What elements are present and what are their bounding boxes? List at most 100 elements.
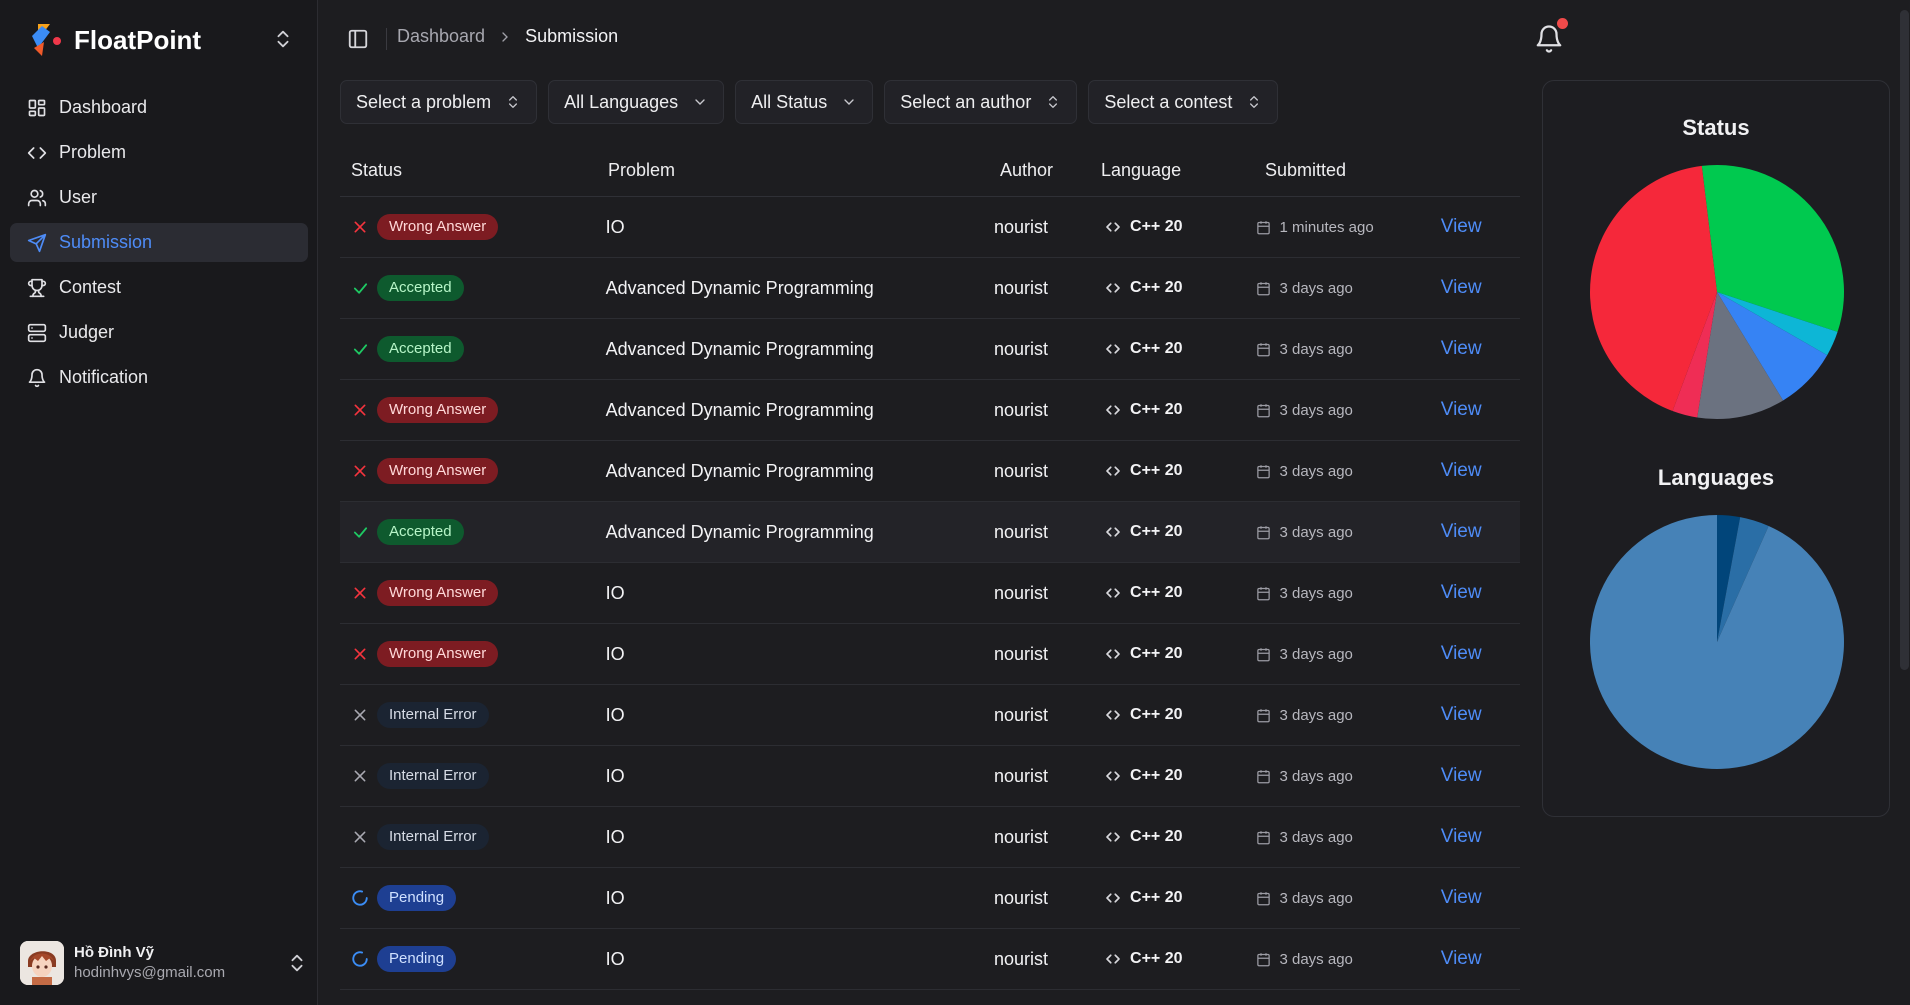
chevrons-up-down-icon[interactable]	[286, 952, 308, 974]
sidebar-item-user[interactable]: User	[10, 178, 308, 217]
calendar-icon	[1257, 220, 1271, 234]
language-cell: C++ 20	[1094, 340, 1256, 358]
chevrons-up-down-icon	[1250, 96, 1259, 108]
view-link[interactable]: View	[1441, 399, 1520, 421]
language-select[interactable]: All Languages	[548, 80, 725, 124]
sidebar-item-dashboard[interactable]: Dashboard	[10, 88, 308, 127]
table-row[interactable]: Internal Error IO nourist C++ 20 3 days ago V…	[340, 746, 1520, 807]
language-cell: C++ 20	[1094, 523, 1256, 541]
submitted-cell: 3 days ago	[1256, 707, 1440, 724]
table-row[interactable]: Pending IO nourist C++ 20 3 days ago View	[340, 868, 1520, 929]
table-row[interactable]: Wrong Answer Advanced Dynamic Programming…	[340, 380, 1520, 441]
sidebar-item-problem[interactable]: Problem	[10, 133, 308, 172]
view-link[interactable]: View	[1441, 460, 1520, 482]
table-row[interactable]: Wrong Answer Advanced Dynamic Programming…	[340, 441, 1520, 502]
author-select[interactable]: Select an author	[884, 80, 1078, 124]
view-link[interactable]: View	[1441, 277, 1520, 299]
problem-select[interactable]: Select a problem	[340, 80, 538, 124]
author-cell[interactable]: nourist	[994, 827, 1094, 848]
status-cell: Internal Error	[340, 824, 606, 850]
author-cell[interactable]: nourist	[994, 522, 1094, 543]
problem-cell[interactable]: IO	[606, 217, 994, 238]
problem-cell[interactable]: IO	[606, 644, 994, 665]
x-icon	[351, 828, 369, 846]
problem-cell[interactable]: Advanced Dynamic Programming	[606, 339, 994, 360]
pie-slice[interactable]	[1590, 515, 1844, 769]
table-row[interactable]: Internal Error IO nourist C++ 20 3 days ago V…	[340, 807, 1520, 868]
view-link[interactable]: View	[1441, 948, 1520, 970]
status-cell: Pending	[340, 885, 606, 911]
brand[interactable]: FloatPoint	[24, 18, 201, 62]
author-cell[interactable]: nourist	[994, 949, 1094, 970]
view-link[interactable]: View	[1441, 582, 1520, 604]
author-cell[interactable]: nourist	[994, 705, 1094, 726]
table-row[interactable]: Pending IO nourist C++ 20 3 days ago View	[340, 929, 1520, 990]
table-row[interactable]: Accepted Advanced Dynamic Programming nour…	[340, 258, 1520, 319]
table-row[interactable]: Wrong Answer IO nourist C++ 20 3 days ago Vie…	[340, 563, 1520, 624]
problem-cell[interactable]: Advanced Dynamic Programming	[606, 400, 994, 421]
view-link[interactable]: View	[1441, 826, 1520, 848]
breadcrumb-dashboard[interactable]: Dashboard	[397, 26, 485, 47]
code-icon	[1106, 893, 1120, 903]
calendar-icon	[1257, 952, 1271, 966]
table-row[interactable]: Wrong Answer IO nourist C++ 20 1 minutes ago…	[340, 197, 1520, 258]
check-icon	[351, 523, 369, 541]
author-cell[interactable]: nourist	[994, 888, 1094, 909]
sidebar-item-contest[interactable]: Contest	[10, 268, 308, 307]
x-icon	[351, 401, 369, 419]
author-cell[interactable]: nourist	[994, 339, 1094, 360]
author-cell[interactable]: nourist	[994, 766, 1094, 787]
problem-cell[interactable]: Advanced Dynamic Programming	[606, 461, 994, 482]
submitted-time: 3 days ago	[1279, 340, 1353, 358]
problem-cell[interactable]: Advanced Dynamic Programming	[606, 522, 994, 543]
view-link[interactable]: View	[1441, 216, 1520, 238]
problem-cell[interactable]: IO	[606, 888, 994, 909]
problem-cell[interactable]: IO	[606, 949, 994, 970]
table-body: Wrong Answer IO nourist C++ 20 1 minutes ago…	[340, 197, 1520, 990]
chevrons-up-down-icon	[1049, 96, 1058, 108]
calendar-icon	[1257, 769, 1271, 783]
table-row[interactable]: Wrong Answer IO nourist C++ 20 3 days ago Vie…	[340, 624, 1520, 685]
author-cell[interactable]: nourist	[994, 461, 1094, 482]
table-row[interactable]: Accepted Advanced Dynamic Programming nour…	[340, 319, 1520, 380]
table-row[interactable]: Internal Error IO nourist C++ 20 3 days ago V…	[340, 685, 1520, 746]
code-icon	[1106, 588, 1120, 598]
filter-bar: Select a problem All Languages All Statu…	[340, 80, 1289, 124]
status-cell: Wrong Answer	[340, 214, 606, 240]
view-link[interactable]: View	[1441, 521, 1520, 543]
status-cell: Accepted	[340, 275, 606, 301]
status-select[interactable]: All Status	[735, 80, 874, 124]
stats-panel: Status Languages	[1542, 80, 1890, 817]
view-link[interactable]: View	[1441, 887, 1520, 909]
page-scrollbar-thumb[interactable]	[1900, 10, 1909, 670]
view-link[interactable]: View	[1441, 338, 1520, 360]
code-icon	[1106, 283, 1120, 293]
problem-cell[interactable]: IO	[606, 583, 994, 604]
view-link[interactable]: View	[1441, 643, 1520, 665]
language-cell: C++ 20	[1094, 950, 1256, 968]
sidebar-item-judger[interactable]: Judger	[10, 313, 308, 352]
submitted-time: 3 days ago	[1279, 462, 1353, 480]
table-row[interactable]: Accepted Advanced Dynamic Programming nour…	[340, 502, 1520, 563]
sidebar-item-notification[interactable]: Notification	[10, 358, 308, 397]
problem-cell[interactable]: Advanced Dynamic Programming	[606, 278, 994, 299]
languages-pie-chart	[1590, 515, 1844, 769]
author-cell[interactable]: nourist	[994, 400, 1094, 421]
problem-cell[interactable]: IO	[606, 827, 994, 848]
contest-select[interactable]: Select a contest	[1088, 80, 1279, 124]
view-link[interactable]: View	[1441, 765, 1520, 787]
author-cell[interactable]: nourist	[994, 217, 1094, 238]
problem-cell[interactable]: IO	[606, 766, 994, 787]
problem-cell[interactable]: IO	[606, 705, 994, 726]
panel-left-icon[interactable]	[347, 28, 369, 50]
view-link[interactable]: View	[1441, 704, 1520, 726]
author-cell[interactable]: nourist	[994, 644, 1094, 665]
submitted-time: 3 days ago	[1279, 767, 1353, 785]
table-header: Status Problem Author Language Submitted	[340, 144, 1520, 197]
author-cell[interactable]: nourist	[994, 278, 1094, 299]
submitted-time: 3 days ago	[1279, 523, 1353, 541]
user-menu[interactable]: Hồ Đình Vỹ hodinhvys@gmail.com	[20, 940, 310, 986]
chevrons-up-down-icon[interactable]	[272, 28, 294, 50]
sidebar-item-submission[interactable]: Submission	[10, 223, 308, 262]
author-cell[interactable]: nourist	[994, 583, 1094, 604]
